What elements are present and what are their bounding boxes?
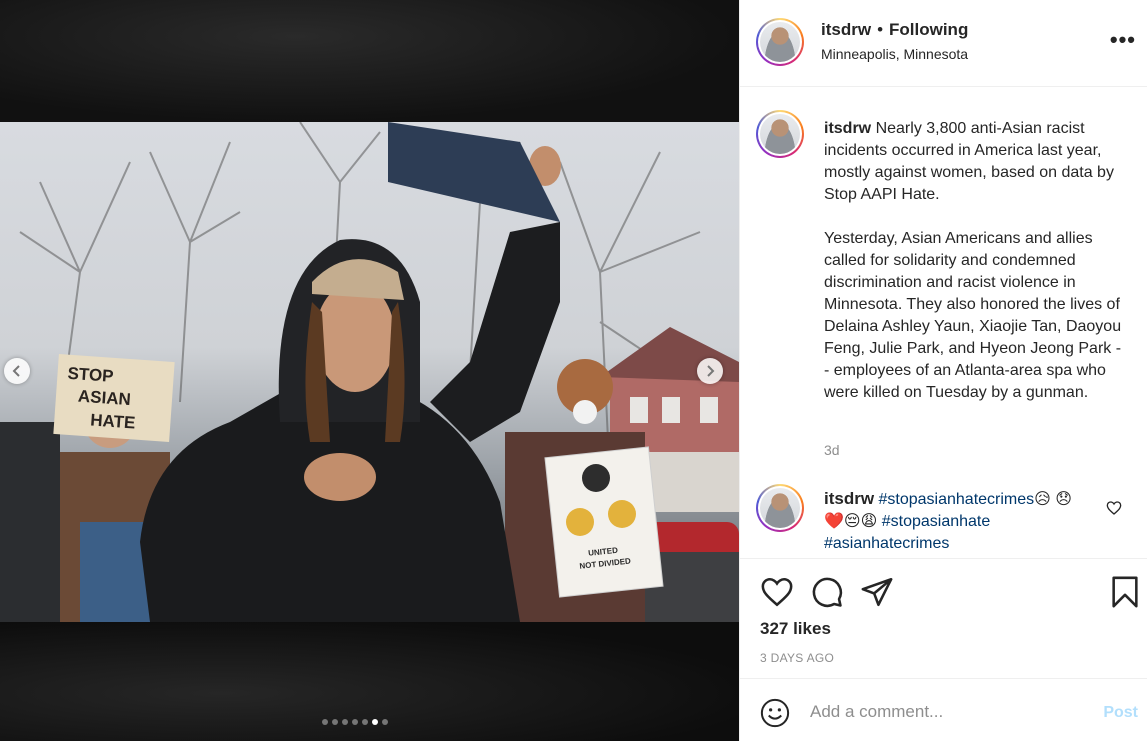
comments-section: itsdrw Nearly 3,800 anti-Asian racist in…: [740, 88, 1147, 558]
add-comment-bar: Post: [740, 678, 1147, 741]
media-letterbox-top: [0, 0, 739, 122]
chevron-right-icon: [707, 365, 715, 377]
caption-username[interactable]: itsdrw: [824, 120, 871, 137]
comment-input[interactable]: [810, 697, 1080, 727]
post-side-panel: itsdrw • Following Minneapolis, Minnesot…: [739, 0, 1147, 741]
more-options-icon[interactable]: •••: [1110, 29, 1136, 51]
post-header: itsdrw • Following Minneapolis, Minnesot…: [740, 0, 1147, 87]
avatar: [760, 114, 800, 154]
chevron-left-icon: [12, 365, 20, 377]
hashtag-link[interactable]: #stopasianhate: [882, 513, 991, 530]
share-icon[interactable]: [860, 575, 894, 609]
post-comment-button[interactable]: Post: [1103, 704, 1138, 722]
carousel-dot: [372, 719, 378, 725]
separator-dot: •: [877, 20, 884, 39]
comment-emoji: 😥: [1034, 491, 1051, 508]
carousel-next-button[interactable]: [697, 358, 723, 384]
comment-avatar-ring[interactable]: [756, 484, 804, 532]
carousel-dot: [362, 719, 368, 725]
avatar: [760, 488, 800, 528]
likes-count[interactable]: 327 likes: [760, 619, 831, 639]
protest-photo-illustration: STOP ASIAN HATE UNITED NOT DIVIDED: [0, 122, 739, 622]
emoji-icon[interactable]: [760, 698, 790, 728]
carousel-dot: [342, 719, 348, 725]
posted-time[interactable]: 3 DAYS AGO: [760, 651, 834, 665]
header-user-line: itsdrw • Following: [821, 20, 968, 40]
post-caption: itsdrw Nearly 3,800 anti-Asian racist in…: [824, 118, 1124, 404]
caption-age[interactable]: 3d: [824, 442, 840, 458]
hashtag-link[interactable]: #stopasianhatecrimes: [879, 491, 1035, 508]
following-button[interactable]: Following: [889, 20, 968, 40]
hashtag-link[interactable]: #asianhatecrimes: [824, 535, 949, 552]
post-location[interactable]: Minneapolis, Minnesota: [821, 46, 968, 62]
post-media: STOP ASIAN HATE UNITED NOT DIVIDED: [0, 0, 739, 741]
comment-icon[interactable]: [810, 575, 844, 609]
heart-icon[interactable]: [760, 575, 794, 609]
avatar: [760, 22, 800, 62]
post-actions: 327 likes 3 DAYS AGO: [740, 558, 1147, 678]
comment-username[interactable]: itsdrw: [824, 489, 874, 508]
author-username[interactable]: itsdrw: [821, 20, 871, 40]
carousel-dot: [382, 719, 388, 725]
carousel-dot: [322, 719, 328, 725]
carousel-dot: [352, 719, 358, 725]
instagram-post-modal: STOP ASIAN HATE UNITED NOT DIVIDED itsdr…: [0, 0, 1147, 741]
carousel-dot: [332, 719, 338, 725]
left-sign-line-1: STOP: [67, 364, 114, 386]
carousel-prev-button[interactable]: [4, 358, 30, 384]
caption-text: Nearly 3,800 anti-Asian racist incidents…: [824, 120, 1122, 401]
comment-like-heart-icon[interactable]: [1106, 500, 1122, 516]
author-avatar-ring[interactable]: [756, 18, 804, 66]
left-sign-line-3: HATE: [90, 410, 136, 432]
caption-avatar-ring[interactable]: [756, 110, 804, 158]
comment-item: itsdrw #stopasianhatecrimes😥 😞❤️😔😩 #stop…: [824, 488, 1084, 555]
post-photo[interactable]: STOP ASIAN HATE UNITED NOT DIVIDED: [0, 122, 739, 622]
bookmark-icon[interactable]: [1108, 575, 1142, 609]
left-sign-line-2: ASIAN: [77, 387, 131, 410]
carousel-indicator: [322, 719, 388, 725]
